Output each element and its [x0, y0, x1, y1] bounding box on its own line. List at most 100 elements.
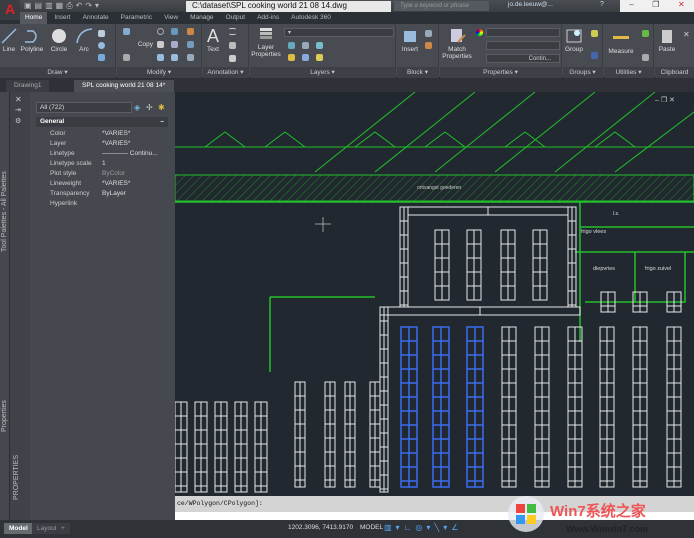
property-row[interactable]: Linetype scale 1 — [36, 159, 168, 169]
color-dropdown[interactable] — [486, 28, 560, 37]
search-input[interactable]: Type a keyword or phrase — [394, 1, 489, 11]
draw-panel-label[interactable]: Draw ▾ — [0, 67, 115, 78]
polyline-tool[interactable]: Polyline — [19, 28, 45, 53]
tab-insert[interactable]: Insert — [49, 12, 75, 24]
property-row[interactable]: Layer *VARIES* — [36, 139, 168, 149]
group-select-icon[interactable] — [591, 52, 598, 59]
tab-model[interactable]: Model — [4, 523, 33, 534]
layers-panel-label[interactable]: Layers ▾ — [250, 67, 395, 78]
model-space-button[interactable]: MODEL — [360, 524, 383, 531]
erase-icon[interactable] — [187, 28, 194, 35]
layer-tool-icon[interactable] — [288, 54, 295, 61]
property-row[interactable]: Color *VARIES* — [36, 129, 168, 139]
property-row[interactable]: Lineweight *VARIES* — [36, 179, 168, 189]
select-objects-icon[interactable]: ✢ — [146, 103, 153, 112]
auto-hide-icon[interactable]: ⇥ — [15, 106, 21, 114]
explode-icon[interactable] — [187, 41, 194, 48]
application-menu-button[interactable]: A — [0, 0, 20, 20]
layer-dropdown[interactable]: ▾ — [284, 28, 394, 37]
ungroup-icon[interactable] — [591, 30, 598, 37]
text-icon: A — [206, 26, 219, 46]
minimize-button[interactable]: – — [629, 0, 633, 12]
match-properties-button[interactable]: Match Properties — [440, 28, 474, 60]
lineweight-dropdown[interactable] — [486, 41, 560, 50]
group-button[interactable]: Group — [563, 28, 585, 53]
copy-tool[interactable]: Copy — [121, 41, 153, 48]
move-icon[interactable] — [123, 28, 130, 35]
modify-panel-label[interactable]: Modify ▾ — [117, 67, 201, 78]
rotate-icon[interactable] — [157, 28, 164, 35]
mirror-icon[interactable] — [157, 41, 164, 48]
insert-button[interactable]: Insert — [399, 28, 421, 53]
add-layout-button[interactable]: + — [56, 523, 70, 534]
tab-add-ins[interactable]: Add-ins — [252, 12, 284, 24]
annotation-panel-label[interactable]: Annotation ▾ — [203, 67, 248, 78]
user-account[interactable]: jo.de.leeuw@... — [508, 1, 553, 8]
property-row[interactable]: Transparency ByLayer — [36, 189, 168, 199]
property-row[interactable]: Linetype ———— Continu... — [36, 149, 168, 159]
edit-block-icon[interactable] — [425, 42, 432, 49]
selection-dropdown[interactable]: All (722) — [36, 102, 132, 113]
tool-palettes-strip[interactable]: Tool Palettes - All Palettes Properties — [0, 92, 10, 520]
tab-parametric[interactable]: Parametric — [116, 12, 157, 24]
quick-select-icon[interactable] — [642, 30, 649, 37]
tab-annotate[interactable]: Annotate — [78, 12, 114, 24]
linetype-dropdown[interactable]: Contin... — [486, 54, 560, 63]
array-icon[interactable] — [171, 54, 178, 61]
layer-tool-icon[interactable] — [288, 42, 295, 49]
tab-home[interactable]: Home — [20, 12, 48, 24]
hatch-icon[interactable] — [98, 54, 105, 61]
offset-icon[interactable] — [187, 54, 194, 61]
general-section-header[interactable]: General – — [36, 117, 168, 127]
utilities-panel: Measure Utilities ▾ — [604, 24, 654, 78]
tab-manage[interactable]: Manage — [185, 12, 219, 24]
arc-tool[interactable]: Arc — [74, 28, 94, 53]
help-button[interactable]: ? — [600, 1, 604, 8]
settings-icon[interactable]: ⚙ — [15, 117, 21, 125]
tab-drawing1[interactable]: Drawing1 — [6, 80, 50, 92]
text-tool[interactable]: A Text — [203, 26, 223, 53]
stretch-icon[interactable] — [123, 54, 130, 61]
layer-properties-button[interactable]: Layer Properties — [250, 26, 282, 58]
close-button[interactable]: ✕ — [678, 0, 685, 12]
circle-tool[interactable]: Circle — [48, 28, 70, 53]
measure-button[interactable]: Measure — [604, 30, 638, 55]
cut-icon[interactable]: ✕ — [683, 30, 690, 39]
fillet-icon[interactable] — [171, 41, 178, 48]
toggle-pickadd-icon[interactable]: ◈ — [134, 103, 140, 112]
ellipse-icon[interactable] — [98, 42, 105, 49]
layer-tool-icon[interactable] — [302, 42, 309, 49]
dimension-icon[interactable] — [229, 28, 236, 35]
paste-button[interactable]: Paste — [655, 28, 679, 53]
restore-button[interactable]: ❐ — [652, 0, 659, 12]
calculator-icon[interactable] — [642, 54, 649, 61]
quick-access-toolbar[interactable]: ▣▤▥▦⎙↶↷▾ — [24, 1, 102, 11]
drawing-canvas[interactable]: ontvangst goederen frigo vlees diepvries… — [175, 92, 694, 496]
block-panel-label[interactable]: Block ▾ — [397, 67, 438, 78]
layer-tool-icon[interactable] — [316, 42, 323, 49]
groups-panel-label[interactable]: Groups ▾ — [563, 67, 602, 78]
table-icon[interactable] — [229, 55, 236, 62]
property-row[interactable]: Hyperlink — [36, 199, 168, 209]
rectangle-icon[interactable] — [98, 30, 105, 37]
tab-view[interactable]: View — [159, 12, 183, 24]
viewport-controls[interactable]: – ❐ ✕ — [655, 96, 675, 104]
tab-spl-cooking-world[interactable]: SPL cooking world 21 08 14* — [74, 80, 174, 92]
property-row[interactable]: Plot style ByColor — [36, 169, 168, 179]
layer-tool-icon[interactable] — [302, 54, 309, 61]
label-frigo-vlees: frigo vlees — [581, 229, 606, 235]
create-block-icon[interactable] — [425, 30, 432, 37]
collapse-icon[interactable]: – — [160, 117, 164, 127]
tab-autodesk-360[interactable]: Autodesk 360 — [286, 12, 336, 24]
trim-icon[interactable] — [171, 28, 178, 35]
close-icon[interactable]: ✕ — [15, 95, 22, 104]
utilities-panel-label[interactable]: Utilities ▾ — [604, 67, 653, 78]
line-tool[interactable]: Line — [0, 28, 18, 53]
layer-tool-icon[interactable] — [316, 54, 323, 61]
leader-icon[interactable] — [229, 42, 236, 49]
scale-icon[interactable] — [157, 54, 164, 61]
drafting-toggles[interactable]: ▥▾∟◎▾╲▾∠ — [384, 523, 462, 532]
quick-select-icon[interactable]: ✱ — [158, 103, 165, 112]
tab-output[interactable]: Output — [221, 12, 251, 24]
properties-panel-label[interactable]: Properties ▾ — [440, 67, 561, 78]
